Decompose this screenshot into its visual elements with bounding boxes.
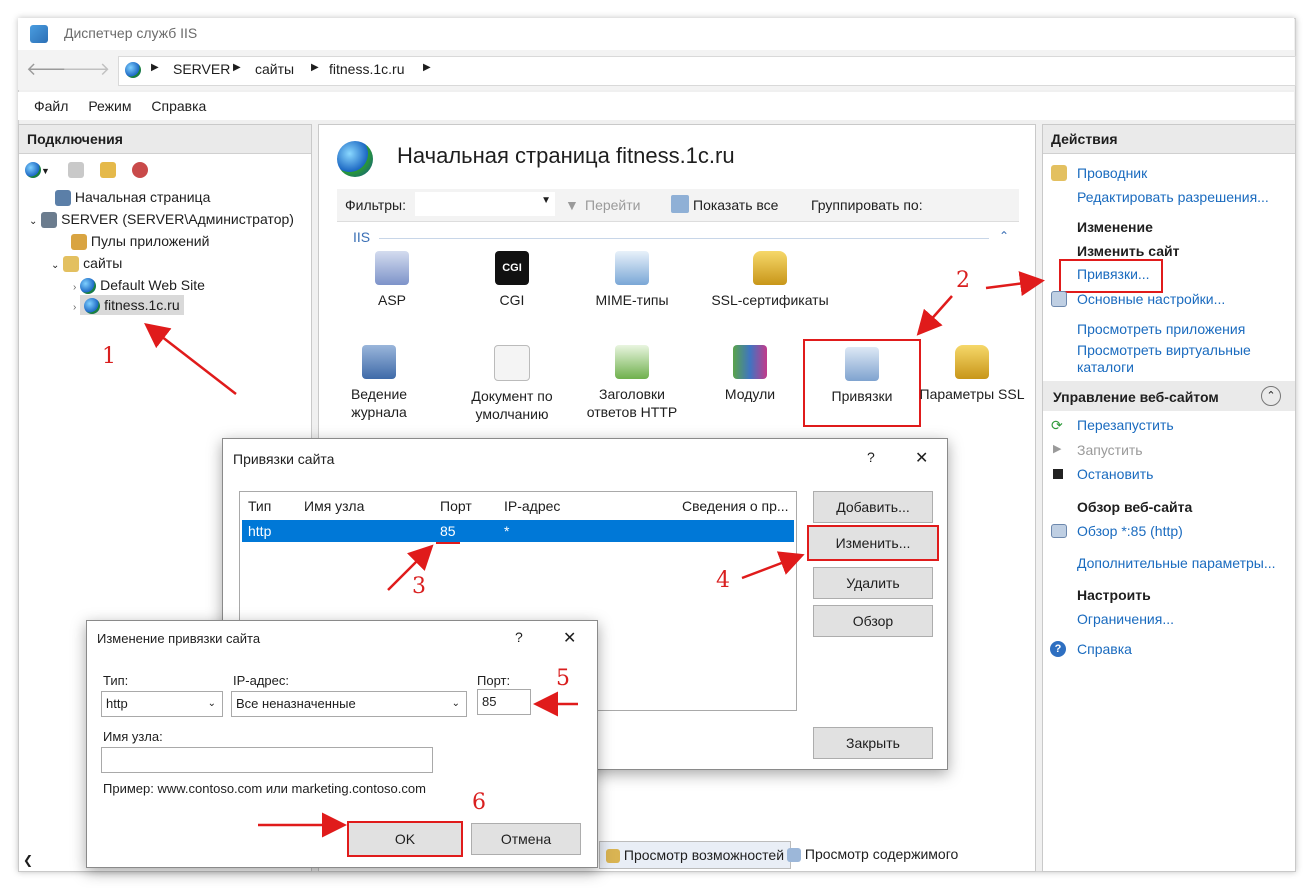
arrow-to-edit xyxy=(741,551,805,580)
arrow-to-site xyxy=(144,322,237,395)
arrow-to-bindings-icon xyxy=(916,295,953,336)
arrow-to-bindings-link xyxy=(985,271,1045,296)
annotation-arrows xyxy=(144,271,1045,838)
arrow-to-port xyxy=(387,544,434,591)
